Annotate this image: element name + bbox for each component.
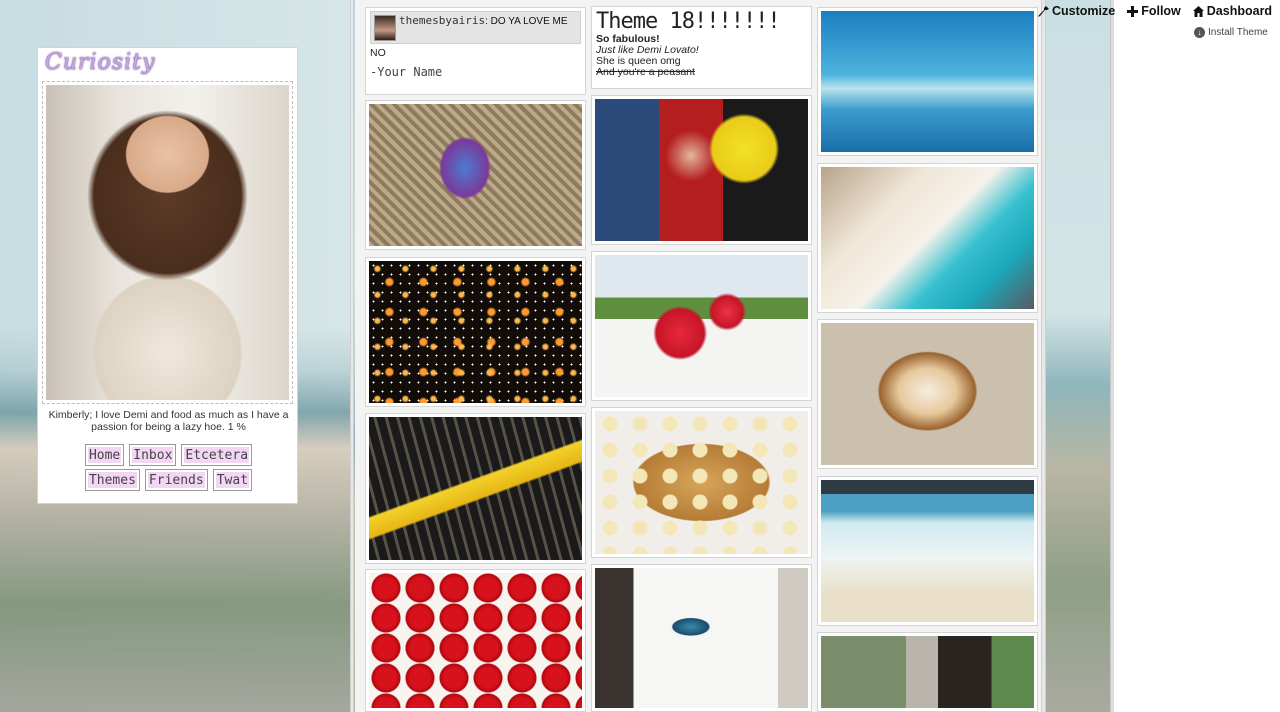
photo-pokemon-camera bbox=[595, 99, 808, 241]
photo-lemonade bbox=[595, 255, 808, 397]
nav-home-link[interactable]: Home bbox=[84, 444, 125, 466]
blog-title: Curiosity bbox=[45, 50, 156, 75]
photo-underwater-surf bbox=[821, 11, 1034, 152]
nav-etcetera-link[interactable]: Etcetera bbox=[181, 444, 253, 466]
tumblr-controls: Customize Follow Dashboard bbox=[1038, 4, 1272, 18]
nav-twat-link[interactable]: Twat bbox=[212, 469, 253, 491]
photo-lanterns bbox=[369, 261, 582, 403]
bio-text: Kimberly; I love Demi and food as much a… bbox=[48, 409, 289, 433]
photo-beach bbox=[821, 480, 1034, 622]
nav-themes-link[interactable]: Themes bbox=[84, 469, 140, 491]
photo-post[interactable] bbox=[365, 569, 586, 712]
photo-cinnamon-roll bbox=[821, 323, 1034, 465]
wrench-icon bbox=[1038, 5, 1049, 17]
answer-text: NO bbox=[370, 47, 386, 59]
photo-post[interactable] bbox=[817, 476, 1038, 626]
photo-sketchbook bbox=[595, 568, 808, 708]
asker-name[interactable]: themesbyairis bbox=[399, 14, 485, 27]
divider-right bbox=[1041, 0, 1046, 712]
post-title: Theme 18!!!!!!! bbox=[596, 9, 781, 34]
photo-glass-ink bbox=[369, 104, 582, 246]
photo-post[interactable] bbox=[817, 319, 1038, 469]
photo-blue-hair bbox=[821, 167, 1034, 309]
sidebar-card: Curiosity Kimberly; I love Demi and food… bbox=[37, 47, 298, 504]
ask-post: themesbyairis: DO YA LOVE ME NO -Your Na… bbox=[365, 7, 586, 95]
photo-caution bbox=[369, 417, 582, 560]
divider-left bbox=[350, 0, 354, 712]
customize-label: Customize bbox=[1052, 4, 1116, 18]
plus-icon bbox=[1127, 5, 1139, 17]
dashboard-button[interactable]: Dashboard bbox=[1192, 4, 1273, 18]
photo-strawberries bbox=[369, 573, 582, 708]
nav-inbox-link[interactable]: Inbox bbox=[129, 444, 177, 466]
photo-post[interactable] bbox=[365, 100, 586, 250]
home-icon bbox=[1192, 5, 1204, 17]
photo-post[interactable] bbox=[817, 163, 1038, 313]
ask-question: themesbyairis: DO YA LOVE ME bbox=[399, 14, 568, 27]
download-icon: ↓ bbox=[1194, 27, 1205, 38]
photo-post[interactable] bbox=[817, 632, 1038, 712]
photo-post[interactable] bbox=[591, 251, 812, 401]
signature: -Your Name bbox=[370, 65, 443, 79]
background-right bbox=[1046, 0, 1112, 712]
photo-post[interactable] bbox=[591, 564, 812, 712]
text-post: Theme 18!!!!!!! So fabulous! Just like D… bbox=[591, 6, 812, 89]
ask-question-box: themesbyairis: DO YA LOVE ME bbox=[370, 11, 581, 44]
nav-links: Home Inbox Etcetera Themes Friends Twat bbox=[38, 444, 299, 494]
install-theme-label: Install Theme bbox=[1208, 27, 1268, 38]
photo-post[interactable] bbox=[591, 95, 812, 245]
photo-post[interactable] bbox=[365, 257, 586, 407]
install-theme-button[interactable]: ↓ Install Theme bbox=[1194, 27, 1268, 38]
sidebar-photo-frame bbox=[42, 81, 293, 404]
follow-button[interactable]: Follow bbox=[1127, 4, 1181, 18]
photo-post[interactable] bbox=[365, 413, 586, 564]
photo-crepe-banana bbox=[595, 411, 808, 554]
follow-label: Follow bbox=[1141, 4, 1181, 18]
nav-friends-link[interactable]: Friends bbox=[144, 469, 208, 491]
customize-button[interactable]: Customize bbox=[1038, 4, 1115, 18]
right-panel bbox=[1114, 0, 1280, 712]
question-text: DO YA LOVE ME bbox=[490, 16, 568, 27]
photo-post[interactable] bbox=[817, 7, 1038, 156]
dashboard-label: Dashboard bbox=[1206, 4, 1273, 18]
asker-avatar[interactable] bbox=[374, 15, 396, 41]
photo-street-sign bbox=[821, 636, 1034, 708]
sidebar-photo bbox=[46, 85, 289, 400]
photo-post[interactable] bbox=[591, 407, 812, 558]
post-line-strike: And you're a peasant bbox=[596, 66, 695, 78]
